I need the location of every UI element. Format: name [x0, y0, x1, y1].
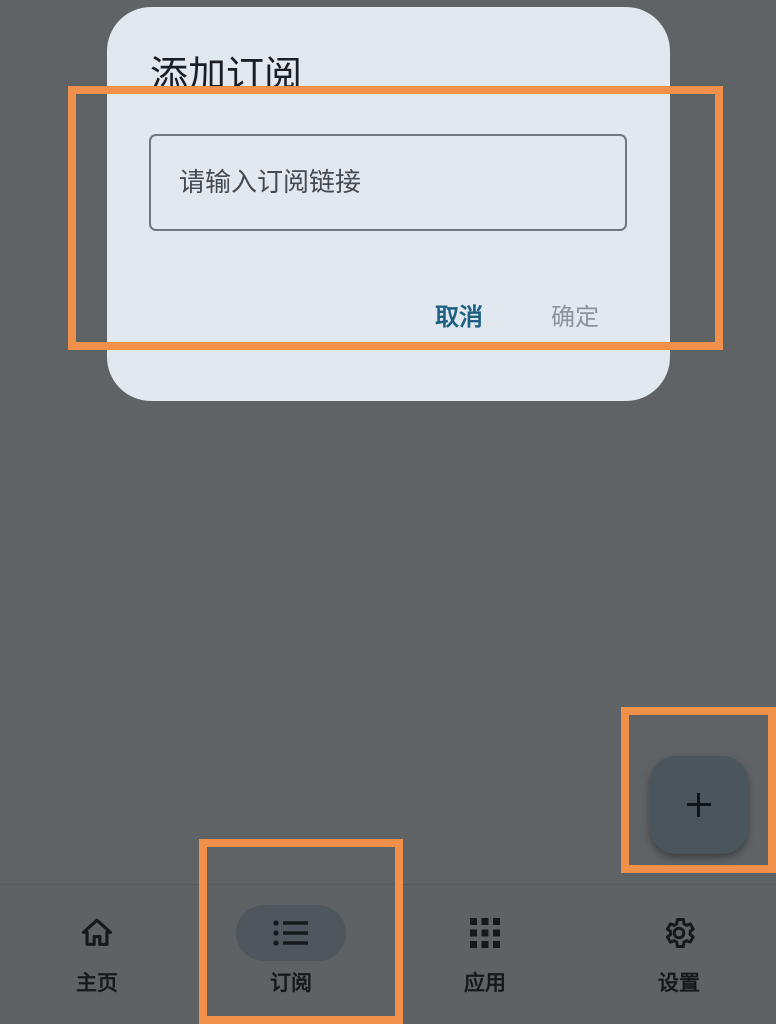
- subscription-url-input[interactable]: [149, 134, 627, 231]
- add-subscription-dialog: 添加订阅 取消 确定: [107, 7, 670, 401]
- home-icon: [81, 918, 113, 946]
- gear-icon: [665, 918, 695, 948]
- nav-item-apps[interactable]: 应用: [388, 885, 582, 1024]
- bottom-navigation-bar: 主页 订阅 应用 设置: [0, 884, 776, 1024]
- confirm-button[interactable]: 确定: [551, 293, 599, 341]
- list-icon: [273, 920, 308, 946]
- nav-label-home: 主页: [76, 971, 118, 995]
- nav-label-subscriptions: 订阅: [270, 971, 312, 995]
- nav-item-subscriptions[interactable]: 订阅: [194, 885, 388, 1024]
- cancel-button[interactable]: 取消: [435, 293, 483, 341]
- nav-item-home[interactable]: 主页: [0, 885, 194, 1024]
- nav-label-apps: 应用: [464, 971, 506, 995]
- add-fab-button[interactable]: [650, 756, 748, 854]
- nav-active-indicator: [236, 905, 346, 961]
- dialog-title: 添加订阅: [150, 53, 303, 97]
- grid-icon: [470, 918, 500, 948]
- nav-item-settings[interactable]: 设置: [582, 885, 776, 1024]
- nav-label-settings: 设置: [658, 971, 700, 995]
